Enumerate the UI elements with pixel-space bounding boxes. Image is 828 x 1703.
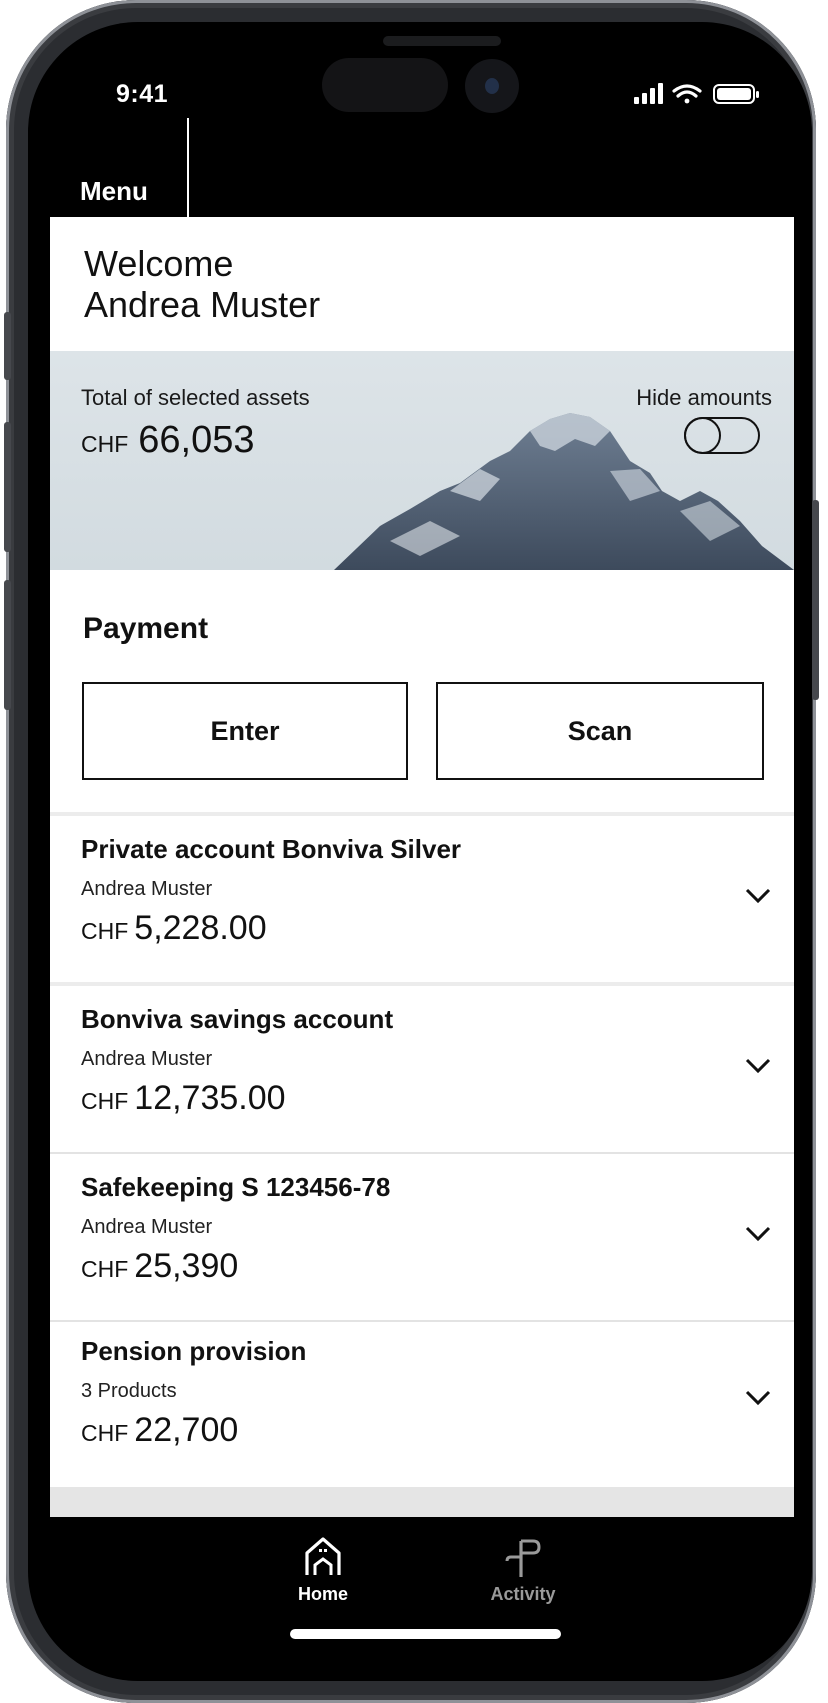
- assets-total-value: 66,053: [138, 419, 255, 461]
- payment-title: Payment: [83, 612, 209, 645]
- welcome-heading: Welcome Andrea Muster: [84, 243, 320, 325]
- assets-label: Total of selected assets: [81, 385, 310, 410]
- account-balance-value: 25,390: [134, 1247, 239, 1285]
- welcome-greeting: Welcome: [84, 243, 234, 284]
- account-title: Safekeeping S 123456-78: [81, 1172, 391, 1202]
- phone-frame: 9:41 Menu Welcome Andrea Muster Total of…: [4, 0, 819, 1703]
- volume-down-button: [4, 580, 11, 710]
- tab-home-label: Home: [297, 1584, 348, 1604]
- account-balance: CHF 25,390: [81, 1247, 238, 1286]
- account-balance-value: 12,735.00: [134, 1079, 286, 1117]
- chevron-down-icon[interactable]: [744, 1056, 772, 1076]
- account-currency: CHF: [81, 1420, 129, 1446]
- menu-label: Menu: [80, 176, 148, 206]
- chevron-down-icon[interactable]: [744, 1388, 772, 1408]
- account-title: Bonviva savings account: [81, 1004, 394, 1034]
- phone-screen: 9:41 Menu Welcome Andrea Muster Total of…: [28, 22, 812, 1681]
- assets-currency: CHF: [81, 431, 129, 457]
- account-holder: Andrea Muster: [81, 1216, 213, 1238]
- account-balance: CHF 12,735.00: [81, 1079, 286, 1118]
- welcome-user-name: Andrea Muster: [84, 284, 321, 325]
- list-end-strip: [50, 1487, 794, 1517]
- account-item-private[interactable]: Private account Bonviva Silver Andrea Mu…: [50, 816, 794, 982]
- account-balance-value: 5,228.00: [134, 909, 267, 947]
- battery-icon: [713, 84, 759, 104]
- account-balance: CHF 5,228.00: [81, 909, 267, 948]
- account-holder: Andrea Muster: [81, 878, 213, 900]
- account-balance: CHF 22,700: [81, 1411, 238, 1450]
- hide-amounts-toggle[interactable]: [684, 417, 760, 454]
- menu-button[interactable]: Menu: [28, 118, 189, 220]
- power-button: [812, 500, 819, 700]
- hide-amounts-label: Hide amounts: [636, 385, 772, 410]
- account-currency: CHF: [81, 1256, 129, 1282]
- toggle-knob: [684, 417, 721, 454]
- account-holder: Andrea Muster: [81, 1048, 213, 1070]
- camera-lens: [465, 59, 519, 113]
- main-content: Welcome Andrea Muster Total of selected …: [50, 217, 794, 1517]
- dynamic-island: [322, 58, 448, 112]
- account-item-pension[interactable]: Pension provision 3 Products CHF 22,700: [50, 1318, 794, 1484]
- account-balance-value: 22,700: [134, 1411, 239, 1449]
- action-button: [4, 312, 11, 380]
- account-title: Private account Bonviva Silver: [81, 834, 462, 864]
- tab-bar: Home Activity: [28, 1517, 812, 1681]
- home-indicator[interactable]: [290, 1629, 561, 1639]
- home-icon: [305, 1537, 341, 1575]
- account-currency: CHF: [81, 1088, 129, 1114]
- status-bar: 9:41: [28, 22, 812, 132]
- assets-total: CHF 66,053: [81, 419, 255, 462]
- wifi-icon: [672, 84, 702, 104]
- tab-activity-label: Activity: [490, 1584, 556, 1604]
- scan-payment-button[interactable]: Scan: [436, 682, 764, 780]
- tab-home[interactable]: Home: [263, 1535, 383, 1605]
- account-item-safekeeping[interactable]: Safekeeping S 123456-78 Andrea Muster CH…: [50, 1154, 794, 1320]
- tab-activity[interactable]: Activity: [463, 1535, 583, 1605]
- cellular-signal-icon: [634, 83, 663, 104]
- volume-up-button: [4, 422, 11, 552]
- status-time: 9:41: [116, 80, 169, 108]
- account-item-savings[interactable]: Bonviva savings account Andrea Muster CH…: [50, 986, 794, 1152]
- enter-payment-button[interactable]: Enter: [82, 682, 408, 780]
- account-products: 3 Products: [81, 1380, 177, 1402]
- status-icons: [634, 83, 759, 104]
- signpost-icon: [505, 1539, 541, 1577]
- account-title: Pension provision: [81, 1336, 307, 1366]
- account-currency: CHF: [81, 918, 129, 944]
- chevron-down-icon[interactable]: [744, 886, 772, 906]
- chevron-down-icon[interactable]: [744, 1224, 772, 1244]
- assets-hero: Total of selected assets CHF 66,053 Hide …: [50, 351, 794, 570]
